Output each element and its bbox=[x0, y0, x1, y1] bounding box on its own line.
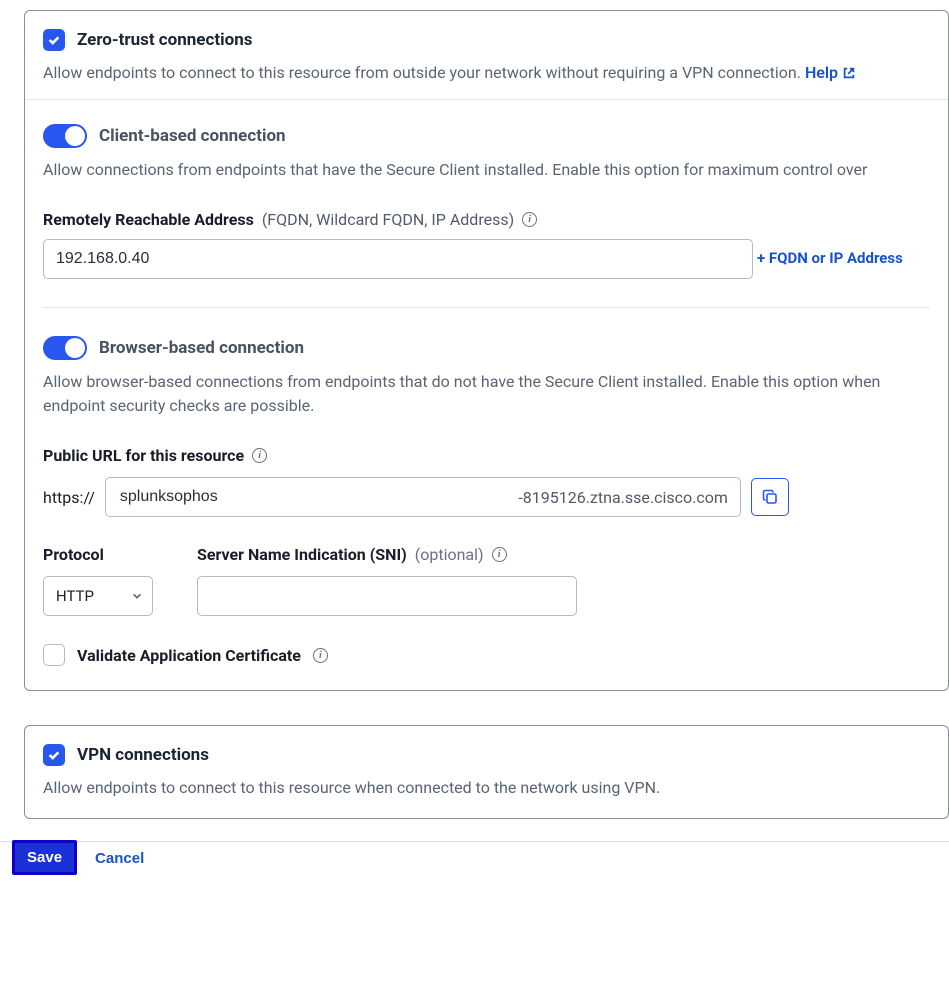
add-fqdn-link[interactable]: + FQDN or IP Address bbox=[757, 249, 903, 267]
vpn-title: VPN connections bbox=[77, 745, 209, 765]
info-icon[interactable]: i bbox=[492, 547, 507, 562]
browser-based-desc: Allow browser-based connections from end… bbox=[43, 370, 930, 418]
validate-cert-checkbox[interactable] bbox=[43, 644, 65, 666]
browser-based-row: Browser-based connection bbox=[43, 336, 930, 360]
chevron-down-icon bbox=[132, 591, 142, 601]
client-based-row: Client-based connection bbox=[43, 124, 930, 148]
browser-based-toggle[interactable] bbox=[43, 336, 87, 360]
protocol-label: Protocol bbox=[43, 545, 153, 564]
public-url-suffix: -8195126.ztna.sse.cisco.com bbox=[518, 488, 728, 507]
copy-url-button[interactable] bbox=[751, 478, 789, 516]
public-url-input[interactable] bbox=[118, 487, 518, 507]
validate-cert-row: Validate Application Certificate i bbox=[43, 644, 930, 666]
zero-trust-desc: Allow endpoints to connect to this resou… bbox=[43, 61, 930, 85]
info-icon[interactable]: i bbox=[522, 212, 537, 227]
zero-trust-card: Zero-trust connections Allow endpoints t… bbox=[24, 10, 949, 691]
footer-bar: Save Cancel bbox=[0, 841, 949, 875]
zero-trust-checkbox[interactable] bbox=[43, 29, 65, 51]
public-url-row: https:// -8195126.ztna.sse.cisco.com bbox=[43, 477, 930, 517]
vpn-desc: Allow endpoints to connect to this resou… bbox=[43, 776, 930, 800]
validate-cert-label: Validate Application Certificate bbox=[77, 646, 301, 665]
info-icon[interactable]: i bbox=[313, 648, 328, 663]
sni-label: Server Name Indication (SNI) (optional) … bbox=[197, 545, 577, 564]
sni-col: Server Name Indication (SNI) (optional) … bbox=[197, 545, 577, 616]
remote-address-input[interactable] bbox=[43, 239, 753, 279]
remote-address-label: Remotely Reachable Address (FQDN, Wildca… bbox=[43, 210, 930, 229]
help-link[interactable]: Help bbox=[805, 61, 856, 85]
info-icon[interactable]: i bbox=[252, 448, 267, 463]
protocol-select[interactable]: HTTP bbox=[43, 576, 153, 616]
protocol-col: Protocol HTTP bbox=[43, 545, 153, 616]
check-icon bbox=[47, 33, 61, 47]
public-url-input-wrap: -8195126.ztna.sse.cisco.com bbox=[105, 477, 741, 517]
external-link-icon bbox=[842, 66, 856, 80]
client-based-title: Client-based connection bbox=[99, 126, 286, 146]
browser-based-title: Browser-based connection bbox=[99, 338, 304, 358]
vpn-checkbox[interactable] bbox=[43, 744, 65, 766]
client-based-toggle[interactable] bbox=[43, 124, 87, 148]
client-based-desc: Allow connections from endpoints that ha… bbox=[43, 158, 930, 182]
cancel-button[interactable]: Cancel bbox=[89, 849, 150, 868]
copy-icon bbox=[762, 489, 778, 505]
zero-trust-title: Zero-trust connections bbox=[77, 30, 252, 50]
public-url-label: Public URL for this resource i bbox=[43, 446, 930, 465]
save-button[interactable]: Save bbox=[12, 840, 77, 875]
check-icon bbox=[47, 748, 61, 762]
vpn-card: VPN connections Allow endpoints to conne… bbox=[24, 725, 949, 819]
sni-input[interactable] bbox=[197, 576, 577, 616]
https-prefix: https:// bbox=[43, 488, 95, 507]
